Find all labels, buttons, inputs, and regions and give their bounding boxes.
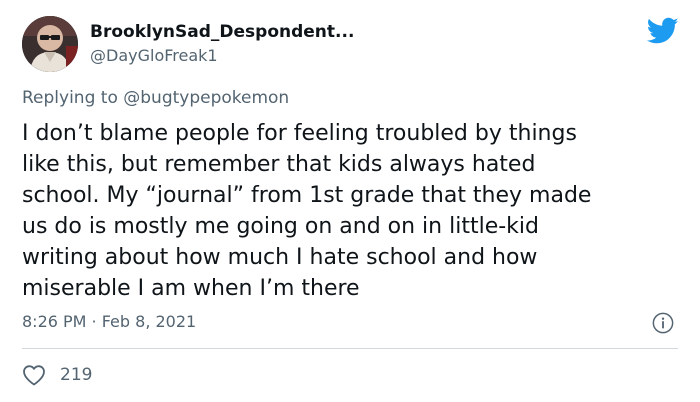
tweet-text: I don’t blame people for feeling trouble… [22, 121, 592, 301]
display-name[interactable]: BrooklynSad_Despondent... [90, 22, 354, 42]
like-count: 219 [60, 365, 93, 385]
info-icon[interactable] [652, 312, 674, 334]
replying-to-prefix: Replying to [22, 88, 124, 108]
heart-icon[interactable] [22, 364, 46, 386]
tweet-card: BrooklynSad_Despondent... @DayGloFreak1 … [0, 0, 700, 402]
tweet-timestamp[interactable]: 8:26 PM · Feb 8, 2021 [22, 312, 196, 331]
user-handle[interactable]: @DayGloFreak1 [90, 46, 218, 65]
avatar[interactable] [22, 16, 78, 72]
avatar-image [22, 16, 78, 72]
twitter-bird-icon[interactable] [647, 17, 679, 45]
divider [22, 348, 678, 349]
reply-mention-link[interactable]: @bugtypepokemon [123, 88, 289, 108]
replying-to: Replying to @bugtypepokemon [22, 88, 289, 108]
